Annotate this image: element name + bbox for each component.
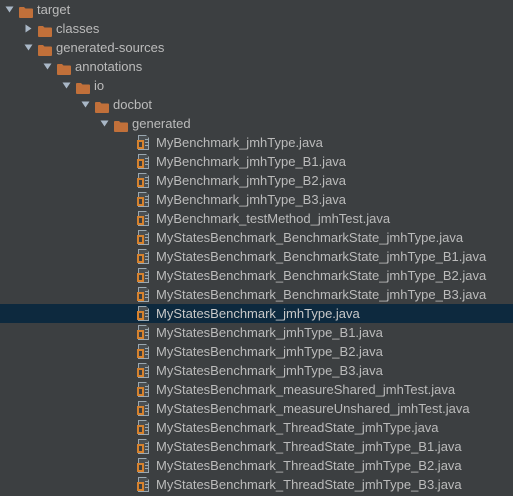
tree-file-mystatesbenchmark-jmhtype[interactable]: MyStatesBenchmark_jmhType.java — [0, 304, 513, 323]
java-file-icon — [137, 154, 150, 169]
tree-file-mybenchmark-jmhtype[interactable]: MyBenchmark_jmhType.java — [0, 133, 513, 152]
java-file-icon — [137, 230, 150, 245]
tree-item-label: MyBenchmark_testMethod_jmhTest.java — [156, 211, 391, 226]
tree-item-label: MyBenchmark_jmhType_B1.java — [156, 154, 347, 169]
tree-file-mystatesbenchmark-benchmarkstate-jmhtype-b1[interactable]: MyStatesBenchmark_BenchmarkState_jmhType… — [0, 247, 513, 266]
project-tree: target classes generated-sources annotation… — [0, 0, 513, 496]
tree-item-label: generated — [132, 116, 191, 131]
tree-file-mystatesbenchmark-jmhtype-b2[interactable]: MyStatesBenchmark_jmhType_B2.java — [0, 342, 513, 361]
tree-file-mystatesbenchmark-threadstate-jmhtype[interactable]: MyStatesBenchmark_ThreadState_jmhType.ja… — [0, 418, 513, 437]
chevron-down-icon[interactable] — [3, 0, 15, 19]
java-file-icon — [137, 477, 150, 492]
tree-item-label: target — [37, 2, 71, 17]
java-file-icon — [137, 211, 150, 226]
tree-item-label: MyBenchmark_jmhType_B2.java — [156, 173, 347, 188]
tree-item-label: MyStatesBenchmark_BenchmarkState_jmhType… — [156, 268, 487, 283]
tree-file-mystatesbenchmark-jmhtype-b1[interactable]: MyStatesBenchmark_jmhType_B1.java — [0, 323, 513, 342]
folder-icon — [114, 118, 128, 132]
tree-file-mybenchmark-testmethod-jmhtest[interactable]: MyBenchmark_testMethod_jmhTest.java — [0, 209, 513, 228]
tree-file-mybenchmark-jmhtype-b2[interactable]: MyBenchmark_jmhType_B2.java — [0, 171, 513, 190]
tree-file-mybenchmark-jmhtype-b1[interactable]: MyBenchmark_jmhType_B1.java — [0, 152, 513, 171]
tree-folder-annotations[interactable]: annotations — [0, 57, 513, 76]
java-file-icon — [137, 173, 150, 188]
tree-item-label: MyStatesBenchmark_jmhType_B2.java — [156, 344, 383, 359]
tree-item-label: MyStatesBenchmark_BenchmarkState_jmhType… — [156, 230, 464, 245]
chevron-down-icon[interactable] — [60, 76, 72, 95]
tree-file-mybenchmark-jmhtype-b3[interactable]: MyBenchmark_jmhType_B3.java — [0, 190, 513, 209]
tree-file-mystatesbenchmark-benchmarkstate-jmhtype-b3[interactable]: MyStatesBenchmark_BenchmarkState_jmhType… — [0, 285, 513, 304]
tree-folder-io[interactable]: io — [0, 76, 513, 95]
chevron-down-icon[interactable] — [98, 114, 110, 133]
java-file-icon — [137, 287, 150, 302]
folder-icon — [38, 42, 52, 56]
folder-icon — [95, 99, 109, 113]
tree-file-mystatesbenchmark-threadstate-jmhtype-b2[interactable]: MyStatesBenchmark_ThreadState_jmhType_B2… — [0, 456, 513, 475]
folder-icon — [38, 23, 52, 37]
java-file-icon — [137, 249, 150, 264]
tree-item-label: generated-sources — [56, 40, 165, 55]
java-file-icon — [137, 192, 150, 207]
folder-icon — [76, 80, 90, 94]
java-file-icon — [137, 401, 150, 416]
tree-item-label: MyStatesBenchmark_BenchmarkState_jmhType… — [156, 287, 487, 302]
java-file-icon — [137, 439, 150, 454]
java-file-icon — [137, 306, 150, 321]
folder-icon — [57, 61, 71, 75]
chevron-down-icon[interactable] — [22, 38, 34, 57]
tree-folder-generated[interactable]: generated — [0, 114, 513, 133]
tree-item-label: MyStatesBenchmark_BenchmarkState_jmhType… — [156, 249, 487, 264]
tree-item-label: docbot — [113, 97, 153, 112]
tree-file-mystatesbenchmark-jmhtype-b3[interactable]: MyStatesBenchmark_jmhType_B3.java — [0, 361, 513, 380]
tree-item-label: MyStatesBenchmark_ThreadState_jmhType_B1… — [156, 439, 462, 454]
java-file-icon — [137, 344, 150, 359]
tree-item-label: MyStatesBenchmark_ThreadState_jmhType.ja… — [156, 420, 439, 435]
tree-item-label: classes — [56, 21, 100, 36]
tree-item-label: MyStatesBenchmark_jmhType_B1.java — [156, 325, 383, 340]
tree-item-label: MyBenchmark_jmhType_B3.java — [156, 192, 347, 207]
tree-item-label: MyStatesBenchmark_jmhType_B3.java — [156, 363, 383, 378]
tree-file-mystatesbenchmark-benchmarkstate-jmhtype-b2[interactable]: MyStatesBenchmark_BenchmarkState_jmhType… — [0, 266, 513, 285]
tree-folder-classes[interactable]: classes — [0, 19, 513, 38]
java-file-icon — [137, 325, 150, 340]
java-file-icon — [137, 382, 150, 397]
tree-item-label: MyStatesBenchmark_ThreadState_jmhType_B2… — [156, 458, 462, 473]
chevron-right-icon[interactable] — [22, 19, 34, 38]
java-file-icon — [137, 420, 150, 435]
chevron-down-icon[interactable] — [41, 57, 53, 76]
tree-item-label: MyStatesBenchmark_measureShared_jmhTest.… — [156, 382, 456, 397]
tree-file-mystatesbenchmark-threadstate-jmhtype-b1[interactable]: MyStatesBenchmark_ThreadState_jmhType_B1… — [0, 437, 513, 456]
tree-item-label: annotations — [75, 59, 143, 74]
tree-folder-generated-sources[interactable]: generated-sources — [0, 38, 513, 57]
java-file-icon — [137, 363, 150, 378]
tree-folder-target[interactable]: target — [0, 0, 513, 19]
tree-item-label: MyStatesBenchmark_measureUnshared_jmhTes… — [156, 401, 470, 416]
chevron-down-icon[interactable] — [79, 95, 91, 114]
tree-file-mystatesbenchmark-benchmarkstate-jmhtype[interactable]: MyStatesBenchmark_BenchmarkState_jmhType… — [0, 228, 513, 247]
tree-file-mystatesbenchmark-threadstate-jmhtype-b3[interactable]: MyStatesBenchmark_ThreadState_jmhType_B3… — [0, 475, 513, 494]
java-file-icon — [137, 135, 150, 150]
tree-folder-docbot[interactable]: docbot — [0, 95, 513, 114]
folder-icon — [19, 4, 33, 18]
tree-item-label: io — [94, 78, 105, 93]
tree-item-label: MyBenchmark_jmhType.java — [156, 135, 323, 150]
tree-item-label: MyStatesBenchmark_ThreadState_jmhType_B3… — [156, 477, 462, 492]
tree-item-label: MyStatesBenchmark_jmhType.java — [156, 306, 360, 321]
tree-file-mystatesbenchmark-measureshared-jmhtest[interactable]: MyStatesBenchmark_measureShared_jmhTest.… — [0, 380, 513, 399]
java-file-icon — [137, 268, 150, 283]
tree-file-mystatesbenchmark-measureunshared-jmhtest[interactable]: MyStatesBenchmark_measureUnshared_jmhTes… — [0, 399, 513, 418]
java-file-icon — [137, 458, 150, 473]
